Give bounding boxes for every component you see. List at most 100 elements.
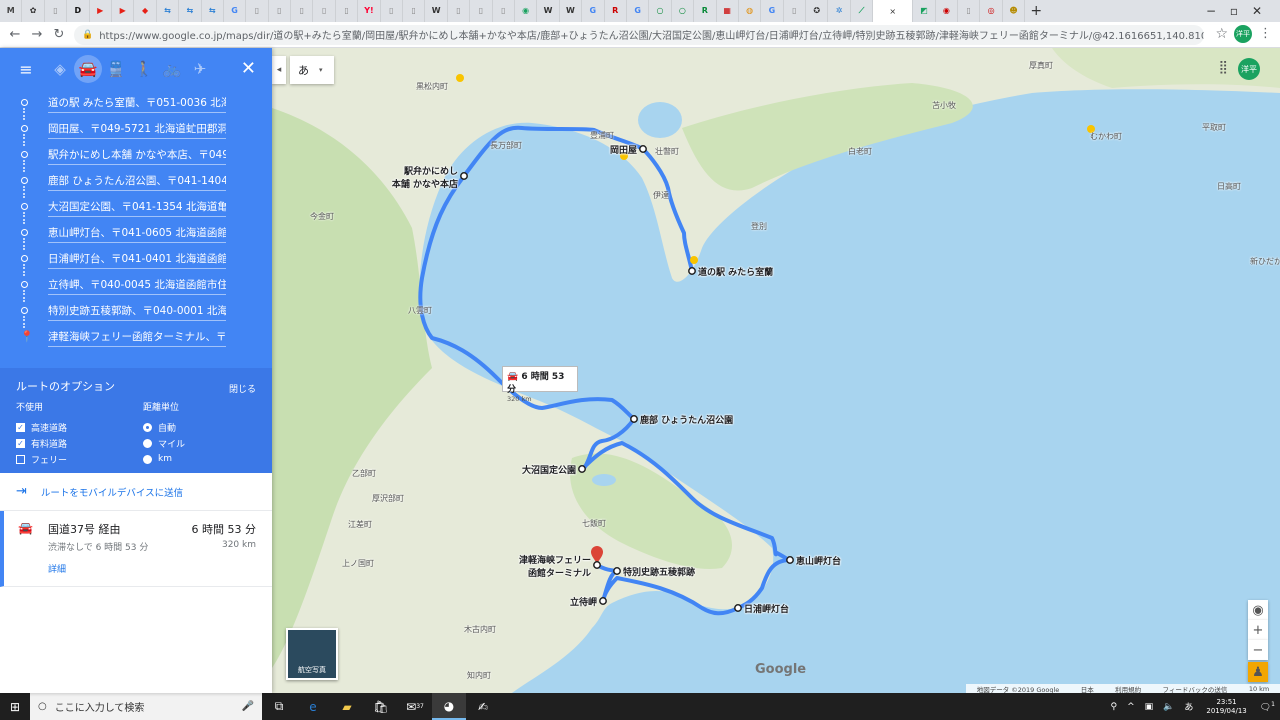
waypoint-map-label[interactable]: 立待岬 bbox=[570, 595, 597, 608]
menu-icon[interactable]: ≡ bbox=[12, 55, 40, 83]
app-icon[interactable]: ✍ bbox=[466, 693, 500, 720]
browser-tab[interactable]: ⟋ bbox=[851, 0, 874, 22]
unit-option[interactable]: マイル bbox=[143, 435, 185, 451]
clock[interactable]: 23:51 2019/04/13 bbox=[1206, 698, 1246, 716]
browser-tab[interactable]: ⇆ bbox=[202, 0, 224, 22]
reload-button[interactable]: ↻ bbox=[48, 27, 70, 42]
waypoint-marker[interactable] bbox=[688, 267, 696, 275]
bookmark-star-icon[interactable]: ☆ bbox=[1215, 26, 1228, 42]
browser-tab[interactable]: W bbox=[537, 0, 560, 22]
forward-button[interactable]: → bbox=[26, 27, 48, 42]
browser-tab[interactable]: ◆ bbox=[134, 0, 157, 22]
pegman-icon[interactable]: ♟ bbox=[1248, 662, 1268, 682]
browser-tab[interactable]: G bbox=[761, 0, 784, 22]
taskbar-search[interactable]: ○ ここに入力して検索 🎤 bbox=[30, 693, 262, 720]
waypoint-row[interactable]: 恵山岬灯台、〒041-0605 北海道函館市 bbox=[0, 220, 272, 250]
collapse-panel-button[interactable]: ◂ bbox=[272, 56, 286, 84]
waypoint-marker[interactable] bbox=[786, 556, 794, 564]
browser-tab[interactable]: ○ bbox=[649, 0, 672, 22]
waypoint-map-label[interactable]: 日浦岬灯台 bbox=[744, 602, 789, 615]
browser-tab[interactable]: ✲ bbox=[828, 0, 851, 22]
chrome-icon[interactable]: ◕ bbox=[432, 693, 466, 720]
route-result[interactable]: 🚘 国道37号 経由 6 時間 53 分 渋滞なしで 6 時間 53 分 320… bbox=[0, 511, 272, 587]
waypoint-row[interactable]: 道の駅 みたら室蘭、〒051-0036 北海道 bbox=[0, 90, 272, 120]
terms-link[interactable]: 利用規約 bbox=[1115, 684, 1141, 694]
satellite-toggle[interactable]: 航空写真 bbox=[286, 628, 338, 680]
waypoint-input[interactable]: 大沼国定公園、〒041-1354 北海道亀田 bbox=[48, 197, 226, 217]
close-window-button[interactable]: ✕ bbox=[1234, 0, 1280, 22]
waypoint-input[interactable]: 道の駅 みたら室蘭、〒051-0036 北海道 bbox=[48, 93, 226, 113]
browser-tab[interactable]: W bbox=[425, 0, 448, 22]
browser-tab[interactable]: ▶ bbox=[90, 0, 112, 22]
windows-start-icon[interactable]: ⊞ bbox=[0, 700, 30, 714]
profile-avatar[interactable]: 洋平 bbox=[1234, 25, 1252, 43]
browser-tab[interactable]: W bbox=[560, 0, 583, 22]
browser-tab[interactable]: D bbox=[67, 0, 90, 22]
radio-button[interactable] bbox=[143, 422, 152, 432]
zoom-out-button[interactable]: − bbox=[1248, 640, 1268, 660]
radio-button[interactable] bbox=[143, 454, 152, 464]
zoom-in-button[interactable]: + bbox=[1248, 620, 1268, 640]
browser-tab[interactable]: ▯ bbox=[470, 0, 493, 22]
browser-tab[interactable]: ▯ bbox=[269, 0, 292, 22]
back-button[interactable]: ← bbox=[4, 27, 26, 42]
waypoint-map-label[interactable]: 駅弁かにめし 本舗 かなや本店 bbox=[392, 164, 458, 190]
checkbox[interactable]: ✓ bbox=[16, 422, 25, 432]
avoid-option[interactable]: ✓ 有料道路 bbox=[16, 435, 67, 451]
waypoint-marker[interactable] bbox=[639, 145, 647, 153]
waypoint-row[interactable]: 立待岬、〒040-0045 北海道函館市住吉 bbox=[0, 272, 272, 302]
browser-tab[interactable]: ▶ bbox=[112, 0, 135, 22]
edge-icon[interactable]: e bbox=[296, 693, 330, 720]
waypoint-map-label[interactable]: 津軽海峡フェリー 函館ターミナル bbox=[519, 553, 591, 579]
waypoint-input[interactable]: 立待岬、〒040-0045 北海道函館市住吉 bbox=[48, 275, 226, 295]
browser-menu-icon[interactable]: ⋮ bbox=[1259, 26, 1272, 41]
waypoint-row[interactable]: 大沼国定公園、〒041-1354 北海道亀田 bbox=[0, 194, 272, 224]
notifications-icon[interactable]: 🗨1 bbox=[1260, 701, 1275, 713]
checkbox[interactable] bbox=[16, 454, 25, 464]
waypoint-input[interactable]: 鹿部 ひょうたん沼公園、〒041-1404 北 bbox=[48, 171, 226, 191]
close-tab-icon[interactable]: × bbox=[889, 7, 896, 16]
unit-option[interactable]: 自動 bbox=[143, 419, 185, 435]
ime-mode-indicator[interactable]: あ bbox=[1184, 700, 1193, 713]
avoid-option[interactable]: ✓ 高速道路 bbox=[16, 419, 67, 435]
show-hidden-icons[interactable]: ^ bbox=[1127, 702, 1135, 712]
browser-tab[interactable]: ▯ bbox=[381, 0, 404, 22]
browser-tab[interactable]: Y! bbox=[358, 0, 381, 22]
apps-grid-icon[interactable]: ⣿ bbox=[1218, 60, 1228, 75]
people-icon[interactable]: ⚲ bbox=[1110, 702, 1117, 712]
mail-icon[interactable]: ✉ 37 bbox=[398, 693, 432, 720]
browser-tab[interactable]: ○ bbox=[672, 0, 695, 22]
bicycle-mode-icon[interactable]: 🚲 bbox=[158, 55, 186, 83]
browser-tab[interactable]: ◎ bbox=[980, 0, 1003, 22]
send-to-mobile-link[interactable]: ⇥ ルートをモバイルデバイスに送信 bbox=[0, 473, 272, 511]
browser-tab[interactable]: ◩ bbox=[913, 0, 936, 22]
browser-tab[interactable]: ▯ bbox=[448, 0, 471, 22]
browser-tab[interactable]: ✪ bbox=[806, 0, 829, 22]
browser-tab[interactable]: ☻ bbox=[1003, 0, 1026, 22]
region-link[interactable]: 日本 bbox=[1081, 684, 1094, 694]
browser-tab[interactable]: ▯ bbox=[246, 0, 269, 22]
browser-tab[interactable]: G bbox=[582, 0, 605, 22]
waypoint-marker[interactable] bbox=[599, 597, 607, 605]
waypoint-map-label[interactable]: 特別史跡五稜郭跡 bbox=[623, 565, 695, 578]
waypoint-map-label[interactable]: 道の駅 みたら室蘭 bbox=[698, 265, 773, 278]
route-details-link[interactable]: 詳細 bbox=[48, 562, 66, 575]
waypoint-marker[interactable] bbox=[734, 604, 742, 612]
waypoint-map-label[interactable]: 恵山岬灯台 bbox=[796, 554, 841, 567]
radio-button[interactable] bbox=[143, 438, 152, 448]
feedback-link[interactable]: フィードバックの送信 bbox=[1163, 684, 1228, 694]
avoid-option[interactable]: フェリー bbox=[16, 451, 67, 467]
browser-tab[interactable]: ▯ bbox=[336, 0, 359, 22]
waypoint-map-label[interactable]: 岡田屋 bbox=[610, 143, 637, 156]
browser-tab[interactable]: ▯ bbox=[493, 0, 515, 22]
browser-tab[interactable]: ▯ bbox=[784, 0, 807, 22]
url-bar[interactable]: 🔒 https://www.google.co.jp/maps/dir/道の駅+… bbox=[74, 24, 1204, 45]
browser-tab[interactable]: R bbox=[605, 0, 627, 22]
checkbox[interactable]: ✓ bbox=[16, 438, 25, 448]
flight-mode-icon[interactable]: ✈ bbox=[186, 55, 214, 83]
waypoint-input[interactable]: 駅弁かにめし本舗 かなや本店、〒049-3 bbox=[48, 145, 226, 165]
waypoint-row[interactable]: 特別史跡五稜郭跡、〒040-0001 北海道 bbox=[0, 298, 272, 328]
browser-tab[interactable]: ◉ bbox=[515, 0, 538, 22]
scale-bar[interactable]: 10 km bbox=[1249, 685, 1269, 693]
map-canvas[interactable]: 黒松内町 長万部町 豊浦町 壮瞥町 伊達 白老町 苫小牧 厚真町 むかわ町 平取町 日高町 新ひだか 登… bbox=[272, 48, 1280, 693]
